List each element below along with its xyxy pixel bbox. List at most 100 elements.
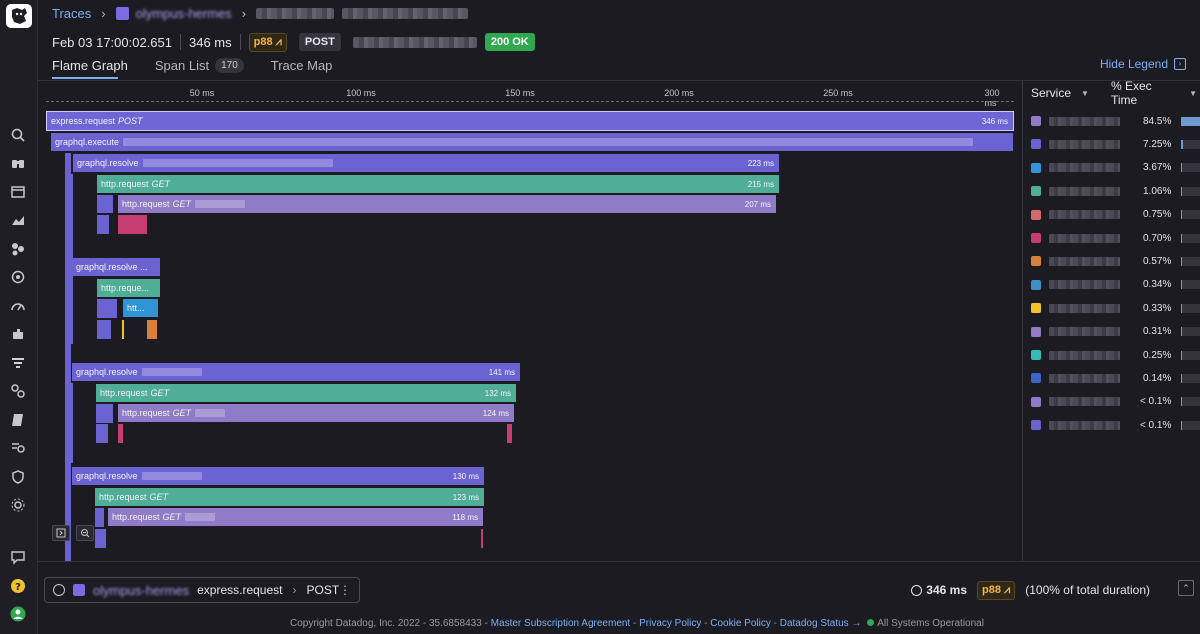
- span-graphql-resolve[interactable]: graphql.resolve 130 ms: [72, 467, 484, 485]
- percentile-badge[interactable]: p88 ⩘: [248, 32, 287, 52]
- apm-traces-icon[interactable]: [9, 354, 27, 372]
- span-small-block[interactable]: [97, 195, 113, 213]
- legend-row[interactable]: 0.25%: [1031, 347, 1200, 363]
- span-http-request[interactable]: http.request GET 124 ms: [118, 404, 514, 422]
- legend-color-swatch: [1031, 209, 1041, 220]
- datadog-logo-icon[interactable]: [6, 4, 32, 28]
- binoculars-icon[interactable]: [9, 154, 27, 172]
- security-shield-icon[interactable]: [9, 468, 27, 486]
- selected-span-service[interactable]: olympus-hermes: [93, 583, 189, 598]
- legend-row[interactable]: 0.75%: [1031, 207, 1200, 223]
- hide-legend-button[interactable]: Hide Legend ›: [1100, 57, 1186, 71]
- privacy-link[interactable]: Privacy Policy: [639, 618, 701, 629]
- span-small-block[interactable]: [147, 320, 157, 339]
- span-graphql-resolve[interactable]: graphql.resolve ...: [72, 258, 160, 276]
- span-http-request[interactable]: http.request GET 123 ms: [95, 488, 484, 506]
- legend-percent-bar: [1181, 350, 1200, 360]
- legend-row[interactable]: 0.70%: [1031, 230, 1200, 246]
- breadcrumb-service-name[interactable]: olympus-hermes: [136, 6, 232, 21]
- user-avatar-icon[interactable]: [9, 605, 27, 623]
- redacted-span-resource: [141, 368, 202, 376]
- selected-span-resource: POST: [306, 583, 340, 597]
- span-small-block[interactable]: [118, 215, 147, 234]
- collapse-panel-button[interactable]: ⌃: [1178, 580, 1194, 596]
- legend-row[interactable]: 84.5%: [1031, 113, 1200, 129]
- legend-row[interactable]: 0.31%: [1031, 324, 1200, 340]
- legend-percent: 0.70%: [1143, 232, 1172, 244]
- span-http-request[interactable]: http.request GET 207 ms: [118, 195, 776, 213]
- metrics-icon[interactable]: [9, 211, 27, 229]
- monitors-icon[interactable]: [9, 268, 27, 286]
- chevron-right-icon: ›: [101, 5, 106, 21]
- legend-row[interactable]: 7.25%: [1031, 136, 1200, 152]
- span-small-block[interactable]: [96, 404, 113, 423]
- legend-sort-service[interactable]: Service ▼: [1031, 85, 1111, 101]
- legend-row[interactable]: < 0.1%: [1031, 417, 1200, 433]
- copyright-footer: Copyright Datadog, Inc. 2022 - 35.685843…: [290, 618, 984, 629]
- redacted-service-name: [1048, 163, 1120, 173]
- span-small-block[interactable]: [481, 529, 483, 548]
- span-small-block[interactable]: [97, 299, 117, 318]
- legend-row[interactable]: 3.67%: [1031, 160, 1200, 176]
- tab-span-list[interactable]: Span List 170: [155, 56, 244, 74]
- flame-graph[interactable]: 50 ms 100 ms 150 ms 200 ms 250 ms 300 ms…: [38, 81, 1022, 561]
- legend-percent: 3.67%: [1143, 162, 1172, 174]
- legend-percent-fill: [1181, 327, 1183, 337]
- span-small-block[interactable]: [96, 424, 108, 443]
- span-small-block[interactable]: [122, 320, 124, 339]
- zoom-out-button[interactable]: [76, 525, 94, 541]
- status-link[interactable]: Datadog Status →: [780, 618, 862, 629]
- span-graphql-resolve[interactable]: graphql.resolve 223 ms: [73, 154, 779, 172]
- cookie-link[interactable]: Cookie Policy: [710, 618, 771, 629]
- legend-percent-bar: [1181, 163, 1200, 173]
- span-http-request[interactable]: htt...: [123, 299, 158, 317]
- infrastructure-icon[interactable]: [9, 240, 27, 258]
- span-small-block[interactable]: [507, 424, 512, 443]
- notebook-icon[interactable]: [9, 411, 27, 429]
- chart-icon: ⩘: [275, 35, 282, 48]
- dashboard-icon[interactable]: [9, 183, 27, 201]
- percentile-label: p88: [982, 583, 1001, 596]
- breadcrumb-traces-link[interactable]: Traces: [52, 6, 91, 21]
- legend-row[interactable]: 0.14%: [1031, 370, 1200, 386]
- search-icon[interactable]: [9, 126, 27, 144]
- legend-row[interactable]: 0.34%: [1031, 277, 1200, 293]
- legend-row[interactable]: 0.33%: [1031, 300, 1200, 316]
- legend-row[interactable]: 0.57%: [1031, 253, 1200, 269]
- legend-percent-bar: [1181, 210, 1200, 220]
- more-options-icon[interactable]: ⋮: [339, 583, 351, 597]
- legend-row[interactable]: < 0.1%: [1031, 394, 1200, 410]
- legend-color-swatch: [1031, 373, 1041, 384]
- span-small-block[interactable]: [118, 424, 123, 443]
- span-http-request[interactable]: http.reque...: [97, 279, 160, 297]
- redacted-service-name: [1048, 350, 1120, 360]
- apm-gauge-icon[interactable]: [9, 297, 27, 315]
- expand-panel-button[interactable]: [52, 525, 70, 541]
- span-graphql-resolve[interactable]: graphql.resolve 141 ms: [72, 363, 520, 381]
- span-small-block[interactable]: [97, 215, 109, 234]
- span-resource: GET: [162, 512, 182, 522]
- span-http-request[interactable]: http.request GET 215 ms: [97, 175, 779, 193]
- span-count-badge: 170: [215, 57, 244, 73]
- span-duration: 346 ms: [981, 116, 1008, 126]
- span-small-block[interactable]: [97, 320, 111, 339]
- legend-sort-exec[interactable]: % Exec Time ▼: [1111, 79, 1197, 107]
- chat-icon[interactable]: [9, 548, 27, 566]
- tab-trace-map[interactable]: Trace Map: [271, 56, 333, 74]
- integrations-icon[interactable]: [9, 325, 27, 343]
- msa-link[interactable]: Master Subscription Agreement: [491, 618, 631, 629]
- span-http-request[interactable]: http.request GET 132 ms: [96, 384, 516, 402]
- flame-controls: [52, 525, 100, 541]
- legend-row[interactable]: 1.06%: [1031, 183, 1200, 199]
- left-nav: ?: [0, 0, 38, 634]
- logs-icon[interactable]: [9, 439, 27, 457]
- help-icon[interactable]: ?: [9, 577, 27, 595]
- settings-gear-icon[interactable]: [9, 496, 27, 514]
- span-express-request[interactable]: express.request POST 346 ms: [46, 111, 1014, 131]
- span-http-request[interactable]: http.request GET 118 ms: [108, 508, 483, 526]
- link-icon[interactable]: [9, 382, 27, 400]
- tab-flame-graph[interactable]: Flame Graph: [52, 56, 128, 74]
- percentile-badge[interactable]: p88 ⩘: [977, 580, 1016, 600]
- span-graphql-execute[interactable]: graphql.execute: [51, 133, 1013, 151]
- legend-percent-fill: [1181, 139, 1184, 149]
